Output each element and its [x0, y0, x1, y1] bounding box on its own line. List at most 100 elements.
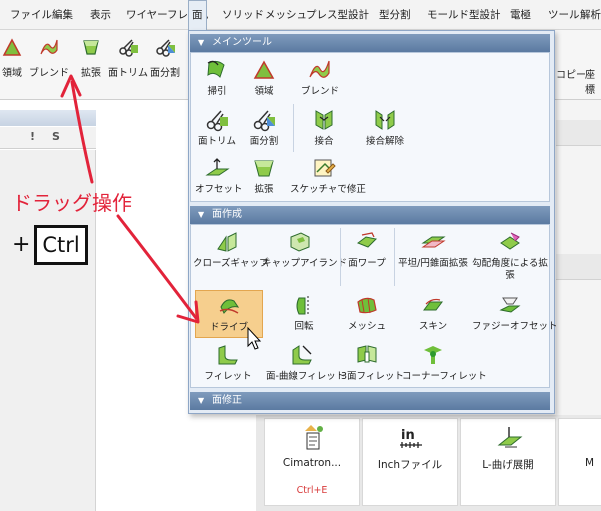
tool-unstitch[interactable]: 接合解除 [355, 107, 415, 148]
card-inch-file-label: Inchファイル [377, 459, 443, 471]
three-face-fillet-icon [357, 345, 377, 363]
unstitch-icon [375, 110, 395, 130]
tool-corner-fillet[interactable]: コーナーフィレット [402, 342, 487, 383]
tool-close-gap[interactable]: クローズギャップ [193, 229, 269, 270]
tool-three-face-fillet[interactable]: 3面フィレット [341, 342, 404, 383]
tool-face-curve-fillet[interactable]: 面-曲線フィレット [266, 342, 346, 383]
menu-electrode[interactable]: 電極 [510, 0, 531, 30]
tool-draft-extend-label: 勾配角度による拡張 [472, 258, 548, 281]
tool-sweep[interactable]: 掃引 [195, 57, 239, 98]
section-header-main-tools[interactable]: ▼ メインツール [190, 34, 550, 52]
tool-drive-label: ドライブ [209, 322, 248, 333]
card-cimatron[interactable]: Cimatron... Ctrl+E [264, 418, 360, 506]
menu-view[interactable]: 表示 [90, 0, 111, 30]
ribbon-copy-label[interactable]: コピー [556, 66, 586, 81]
tool-fillet-label: フィレット [204, 371, 252, 382]
revolve-icon [296, 296, 309, 316]
blend-icon [309, 60, 330, 78]
menu-mold-design[interactable]: モールド型設計 [427, 0, 501, 30]
menu-edit[interactable]: 編集 [52, 0, 73, 30]
separator [293, 104, 294, 152]
tool-sketcher-edit[interactable]: スケッチャで修正 [290, 155, 366, 196]
tool-stitch-label: 接合 [314, 136, 334, 147]
tool-skin[interactable]: スキン [405, 292, 461, 333]
right-toolbar-2 [556, 254, 601, 280]
tool-face-split[interactable]: 面分割 [242, 107, 286, 148]
sketcher-edit-icon [314, 159, 336, 177]
face-trim-icon [206, 110, 228, 132]
region-icon [2, 38, 22, 56]
tool-extend-label: 拡張 [254, 184, 274, 195]
ribbon-coord-label[interactable]: 座標 [585, 66, 601, 96]
tool-fuzzy-offset[interactable]: ファジーオフセット [472, 292, 558, 333]
tool-offset[interactable]: オフセット [195, 155, 243, 196]
ribbon-blend-label: ブレンド [29, 68, 69, 79]
ribbon-face-split-label: 面分割 [150, 68, 180, 79]
tool-mesh[interactable]: メッシュ [342, 292, 392, 333]
card-m-label: M [585, 457, 595, 469]
tool-skin-label: スキン [418, 321, 448, 332]
menu-surface[interactable]: 面 [188, 0, 207, 31]
tool-blend[interactable]: ブレンド [298, 57, 342, 98]
face-split-icon [253, 110, 275, 132]
tool-corner-fillet-label: コーナーフィレット [402, 371, 487, 382]
tool-revolve[interactable]: 回転 [280, 292, 328, 333]
tool-close-gap-label: クローズギャップ [193, 258, 269, 269]
region-icon [253, 60, 275, 79]
section-header-surface-creation[interactable]: ▼ 面作成 [190, 206, 550, 224]
extend-icon [254, 160, 274, 177]
face-warp-icon [356, 232, 378, 248]
tool-face-trim[interactable]: 面トリム [195, 107, 239, 148]
left-panel-toolbar: ! S [0, 127, 96, 149]
annotation-drag-text: ドラッグ操作 [12, 191, 132, 215]
face-trim-icon [119, 39, 138, 57]
menu-press-die[interactable]: プレス型設計 [306, 0, 369, 30]
card-m[interactable]: M [558, 418, 601, 506]
tool-face-curve-fillet-label: 面-曲線フィレット [266, 371, 346, 382]
right-toolbar-1 [556, 120, 601, 146]
extend-icon [83, 40, 99, 55]
left-tool-warning[interactable]: ! [30, 130, 35, 143]
tool-face-warp[interactable]: 面ワープ [342, 229, 392, 270]
tool-region[interactable]: 領域 [242, 57, 286, 98]
menu-analysis[interactable]: 解析 [580, 0, 601, 30]
menu-tools[interactable]: ツール [548, 0, 580, 30]
left-panel-header [0, 110, 96, 126]
tool-blend-label: ブレンド [300, 86, 339, 97]
menu-solid[interactable]: ソリッド [222, 0, 264, 30]
corner-fillet-icon [424, 346, 442, 364]
mesh-icon [357, 297, 377, 314]
tool-draft-extend[interactable]: 勾配角度による拡張 [472, 229, 548, 282]
tool-face-trim-label: 面トリム [197, 136, 236, 147]
section-header-surface-modify[interactable]: ▼ 面修正 [190, 392, 550, 410]
left-tool-s[interactable]: S [52, 130, 60, 143]
annotation-ctrl-key: Ctrl [34, 225, 88, 265]
tool-drive[interactable]: ドライブ [195, 290, 263, 338]
tool-extend[interactable]: 拡張 [242, 155, 286, 196]
cap-island-icon [290, 232, 310, 252]
collapse-arrow-icon: ▼ [198, 38, 205, 47]
menu-mold-split[interactable]: 型分割 [379, 0, 411, 30]
tool-fillet[interactable]: フィレット [200, 342, 256, 383]
skin-icon [423, 298, 443, 311]
tool-unstitch-label: 接合解除 [365, 136, 404, 147]
ribbon-blend-button[interactable]: ブレンド [27, 36, 71, 79]
tool-flat-cone-extend[interactable]: 平坦/円錐面拡張 [395, 229, 471, 270]
flat-cone-extend-icon [421, 236, 446, 248]
tool-cap-island-label: キャップアイランド [262, 258, 348, 269]
card-cimatron-label: Cimatron... [282, 457, 342, 469]
menu-mesh[interactable]: メッシュ [265, 0, 307, 30]
menu-file[interactable]: ファイル [10, 0, 52, 30]
drive-icon [219, 299, 240, 314]
card-inch-file[interactable]: in Inchファイル [362, 418, 458, 506]
fuzzy-offset-icon [499, 297, 521, 313]
card-l-bend-unfold[interactable]: L-曲げ展開 [460, 418, 556, 506]
tool-stitch[interactable]: 接合 [300, 107, 348, 148]
ribbon-face-split-button[interactable]: 面分割 [143, 36, 187, 79]
tool-region-label: 領域 [254, 86, 274, 97]
tool-face-warp-label: 面ワープ [348, 258, 386, 269]
tool-cap-island[interactable]: キャップアイランド [262, 229, 348, 270]
stitch-icon [315, 110, 333, 130]
inch-file-icon: in [400, 428, 422, 448]
svg-text:in: in [401, 428, 415, 443]
